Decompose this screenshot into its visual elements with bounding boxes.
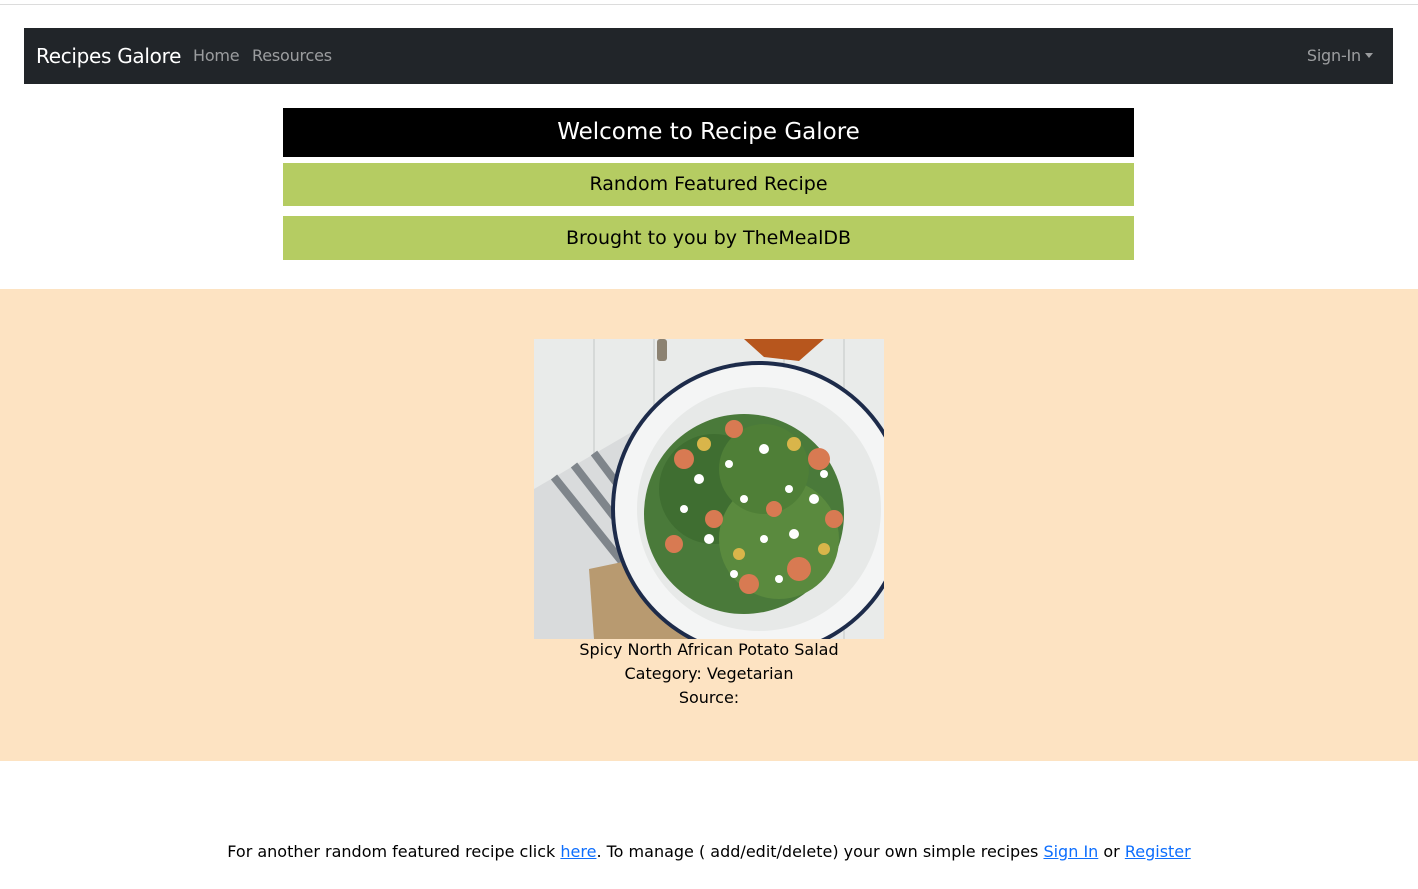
signin-link[interactable]: Sign In bbox=[1043, 842, 1098, 861]
featured-recipe-banner: Random Featured Recipe bbox=[283, 163, 1134, 206]
brand-link[interactable]: Recipes Galore bbox=[36, 28, 181, 84]
meal-photo bbox=[534, 339, 884, 639]
credit-banner: Brought to you by TheMealDB bbox=[283, 216, 1134, 260]
top-divider bbox=[0, 4, 1418, 5]
register-link[interactable]: Register bbox=[1125, 842, 1191, 861]
signin-label: Sign-In bbox=[1306, 46, 1361, 65]
welcome-banner: Welcome to Recipe Galore bbox=[283, 108, 1134, 157]
recipe-source: Source: bbox=[678, 688, 740, 707]
navbar: Recipes Galore Home Resources Sign-In bbox=[24, 28, 1393, 84]
here-link[interactable]: here bbox=[560, 842, 596, 861]
recipe-category: Category: Vegetarian bbox=[624, 664, 794, 683]
nav-link-home[interactable]: Home bbox=[193, 28, 240, 84]
featured-recipe-section: Spicy North African Potato Salad Categor… bbox=[0, 289, 1418, 761]
caret-down-icon bbox=[1365, 53, 1373, 58]
signin-dropdown-toggle[interactable]: Sign-In bbox=[1307, 28, 1373, 84]
footer-instructions: For another random featured recipe click… bbox=[0, 840, 1418, 864]
nav-link-resources[interactable]: Resources bbox=[252, 28, 332, 84]
footer-text-prefix: For another random featured recipe click bbox=[227, 842, 561, 861]
footer-text-middle: . To manage ( add/edit/delete) your own … bbox=[596, 842, 1044, 861]
recipe-name: Spicy North African Potato Salad bbox=[579, 640, 839, 659]
footer-text-or: or bbox=[1098, 842, 1125, 861]
